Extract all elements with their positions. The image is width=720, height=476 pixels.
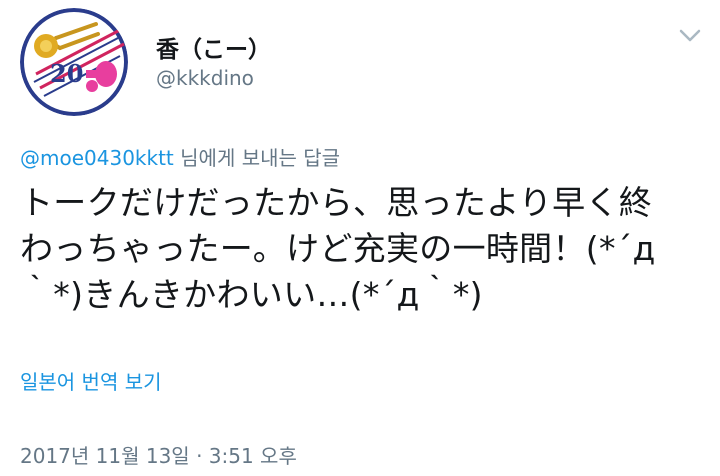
tweet-text-line: わっちゃったー。けど充実の一時間！(*´д (20, 229, 656, 268)
avatar-badge-text: 20 (50, 59, 83, 88)
reply-mention-link[interactable]: @moe0430kktt (20, 146, 174, 170)
avatar[interactable]: 20 (20, 8, 128, 116)
author-display-name[interactable]: 香（こー） (156, 30, 271, 64)
chevron-down-icon (679, 29, 701, 42)
reply-context: @moe0430kktt 님에게 보내는 답글 (20, 142, 340, 171)
tweet-text: トークだけだったから、思ったより早く終 わっちゃったー。けど充実の一時間！(*´… (20, 180, 710, 318)
tweet-timestamp[interactable]: 2017년 11월 13일 · 3:51 오후 (20, 440, 297, 469)
tweet-menu-button[interactable] (675, 22, 705, 48)
reply-context-suffix: 님에게 보내는 답글 (173, 146, 341, 170)
tweet-text-line: ｀*)きんきかわいい…(*´д｀*) (20, 275, 483, 314)
translate-link[interactable]: 일본어 번역 보기 (20, 366, 162, 395)
tweet-text-line: トークだけだったから、思ったより早く終 (20, 183, 653, 222)
author-handle[interactable]: @kkkdino (156, 66, 254, 90)
avatar-image: 20 (20, 8, 128, 116)
